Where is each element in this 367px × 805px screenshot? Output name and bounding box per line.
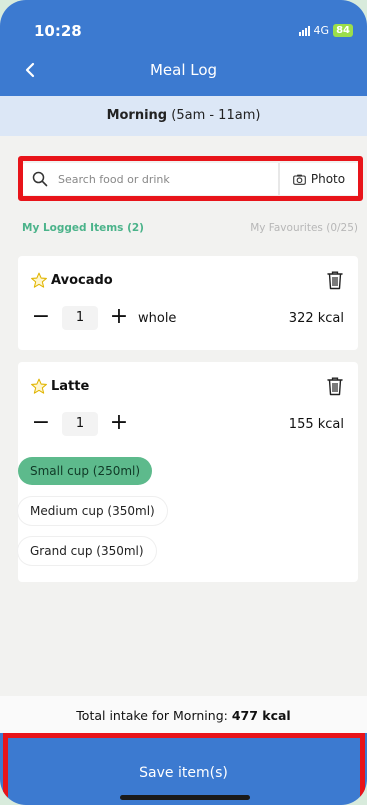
tab-my-logged-items[interactable]: My Logged Items (2) [22,222,190,242]
decrement-button[interactable]: − [28,412,54,436]
period-range: (5am - 11am) [167,108,261,123]
increment-button[interactable]: + [106,412,132,436]
item-name: Latte [51,379,90,394]
photo-label: Photo [310,172,346,186]
tab-my-favourites[interactable]: My Favourites (0/25) [190,222,358,242]
size-option-small[interactable]: Small cup (250ml) [18,457,153,485]
total-value: 477 kcal [231,708,291,723]
camera-icon [293,174,306,185]
battery-icon: 84 [333,24,353,37]
photo-button[interactable]: Photo [278,163,358,195]
header: 10:28 4G 84 Meal Log [0,0,367,96]
unit-label: whole [138,310,177,326]
network-label: 4G [313,24,330,37]
search-bar: Photo [22,163,358,195]
star-outline-icon[interactable] [30,378,48,395]
search-icon [22,163,58,195]
star-outline-icon[interactable] [30,272,48,289]
item-kcal: 322 kcal [288,311,344,326]
meal-log-screen: 10:28 4G 84 Meal Log Morning (5am - 11am… [0,0,367,805]
quantity-stepper: − 1 + [28,412,132,436]
size-option-grand[interactable]: Grand cup (350ml) [18,537,156,565]
period-name: Morning [106,108,168,123]
quantity-value[interactable]: 1 [62,412,98,436]
status-time: 10:28 [34,22,82,40]
page-title: Meal Log [149,61,218,79]
tab-bar: My Logged Items (2) My Favourites (0/25) [22,222,358,242]
quantity-value[interactable]: 1 [62,306,98,330]
meal-period-bar: Morning (5am - 11am) [0,96,367,136]
total-intake: Total intake for Morning: 477 kcal [0,696,367,736]
search-input[interactable] [58,163,278,195]
trash-icon[interactable] [326,270,344,290]
item-kcal: 155 kcal [288,417,344,432]
item-title: Avocado [30,272,113,289]
decrement-button[interactable]: − [28,306,54,330]
signal-icon [298,25,310,36]
item-title: Latte [30,378,89,395]
item-name: Avocado [51,273,113,288]
increment-button[interactable]: + [106,306,132,330]
total-prefix: Total intake for Morning: [76,708,232,723]
status-bar-right: 4G 84 [298,24,353,37]
home-indicator [120,795,250,800]
quantity-stepper: − 1 + whole [28,306,176,330]
trash-icon[interactable] [326,376,344,396]
food-item-card: Avocado − 1 + whole 322 kcal [18,256,358,350]
size-option-medium[interactable]: Medium cup (350ml) [18,497,167,525]
